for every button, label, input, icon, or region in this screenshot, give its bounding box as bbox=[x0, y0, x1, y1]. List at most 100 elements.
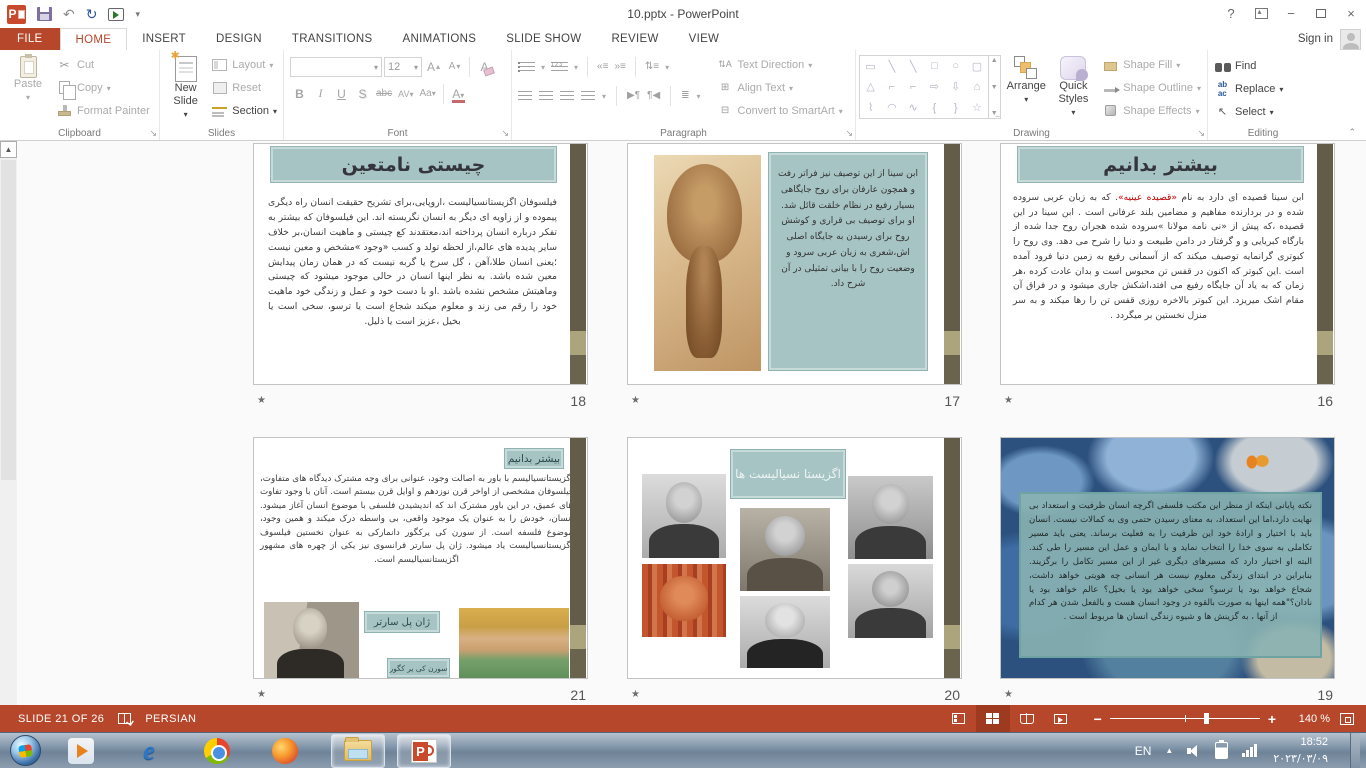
tab-design[interactable]: DESIGN bbox=[201, 28, 277, 50]
justify-caret-icon[interactable] bbox=[602, 90, 606, 102]
powerpoint-logo-icon[interactable]: P bbox=[7, 5, 26, 24]
replace-button[interactable]: abacReplace bbox=[1211, 77, 1315, 100]
battery-icon[interactable] bbox=[1215, 742, 1228, 759]
save-icon[interactable] bbox=[37, 7, 52, 21]
tab-slide-show[interactable]: SLIDE SHOW bbox=[491, 28, 596, 50]
shapes-more-icon[interactable]: ▼̲ bbox=[991, 110, 998, 117]
slide-show-button[interactable] bbox=[1044, 705, 1078, 732]
arrange-button[interactable]: Arrange bbox=[1001, 53, 1052, 122]
columns-icon[interactable]: ≣ bbox=[681, 90, 689, 101]
close-button[interactable]: × bbox=[1336, 0, 1366, 26]
animation-star-icon[interactable] bbox=[257, 395, 266, 406]
new-slide-button[interactable]: New Slide bbox=[163, 53, 208, 125]
shapes-gallery[interactable]: ▭╲╲□○▢ △⌐⌐⇨⇩⌂ ⌇◠∿{}☆ bbox=[859, 55, 989, 119]
help-button[interactable]: ? bbox=[1216, 0, 1246, 26]
animation-star-icon[interactable] bbox=[631, 689, 640, 700]
repeat-icon[interactable]: ↻ bbox=[86, 7, 98, 21]
zoom-slider-thumb[interactable] bbox=[1204, 713, 1209, 724]
animation-star-icon[interactable] bbox=[631, 395, 640, 406]
grow-font-button[interactable]: A▴ bbox=[424, 57, 443, 77]
zoom-out-button[interactable]: − bbox=[1094, 711, 1102, 727]
layout-button[interactable]: Layout bbox=[208, 53, 280, 76]
start-from-beginning-icon[interactable] bbox=[108, 8, 124, 21]
numbering-caret-icon[interactable] bbox=[574, 61, 578, 73]
bullets-icon[interactable] bbox=[518, 61, 535, 72]
tab-review[interactable]: REVIEW bbox=[596, 28, 673, 50]
collapse-ribbon-icon[interactable]: ⌃ bbox=[1348, 127, 1356, 138]
select-button[interactable]: ↖Select bbox=[1211, 100, 1315, 123]
network-signal-icon[interactable] bbox=[1242, 744, 1259, 757]
volume-icon[interactable] bbox=[1187, 745, 1201, 757]
show-desktop-button[interactable] bbox=[1350, 733, 1360, 768]
shapes-scroll-up-icon[interactable]: ▲ bbox=[991, 57, 998, 64]
clock[interactable]: 18:52 ۲۰۲۳/۰۳/۰۹ bbox=[1273, 735, 1328, 766]
slide-thumbnail-20[interactable]: اگزیستا نسیالیست ها bbox=[627, 437, 962, 679]
font-color-button[interactable]: A bbox=[449, 84, 468, 104]
scrollbar-thumb[interactable] bbox=[1, 160, 16, 480]
decrease-indent-icon[interactable]: «≡ bbox=[597, 61, 608, 72]
taskbar-chrome-button[interactable] bbox=[195, 734, 239, 768]
start-button[interactable] bbox=[10, 735, 41, 766]
line-spacing-caret-icon[interactable] bbox=[665, 61, 669, 73]
rtl-direction-icon[interactable]: ¶◀ bbox=[647, 90, 660, 101]
copy-button[interactable]: Copy bbox=[53, 76, 153, 99]
text-shadow-button[interactable]: S bbox=[353, 84, 372, 104]
bullets-caret-icon[interactable] bbox=[541, 61, 545, 73]
slide-thumbnail-21[interactable]: بیشتر بدانیم اگزیستانسیالیسم با باور به … bbox=[253, 437, 588, 679]
cut-button[interactable]: ✂Cut bbox=[53, 53, 153, 76]
restore-button[interactable] bbox=[1306, 0, 1336, 26]
shape-effects-button[interactable]: Shape Effects bbox=[1099, 99, 1204, 122]
justify-icon[interactable] bbox=[581, 90, 595, 101]
slide-thumbnail-17[interactable]: ابن سینا از این توصیف نیز فراتر رفت و هم… bbox=[627, 143, 962, 385]
ltr-direction-icon[interactable]: ▶¶ bbox=[627, 90, 640, 101]
taskbar-file-explorer-button[interactable] bbox=[331, 734, 385, 768]
bold-button[interactable]: B bbox=[290, 84, 309, 104]
taskbar-media-player-button[interactable] bbox=[59, 734, 103, 768]
align-right-icon[interactable] bbox=[560, 90, 574, 101]
font-dialog-launcher-icon[interactable]: ↘ bbox=[501, 128, 509, 139]
animation-star-icon[interactable] bbox=[1004, 689, 1013, 700]
reset-button[interactable]: Reset bbox=[208, 76, 280, 99]
slide-thumbnail-19[interactable]: نکته پایانی اینکه از منظر این مکتب فلسفی… bbox=[1000, 437, 1335, 679]
align-text-button[interactable]: ⊞Align Text bbox=[714, 76, 846, 99]
section-button[interactable]: Section bbox=[208, 99, 280, 122]
hidden-icons-arrow-icon[interactable]: ▲ bbox=[1165, 746, 1173, 755]
paste-button[interactable]: Paste bbox=[3, 53, 53, 125]
character-spacing-button[interactable]: AV bbox=[396, 84, 415, 104]
zoom-in-button[interactable]: + bbox=[1268, 711, 1276, 727]
normal-view-button[interactable] bbox=[942, 705, 976, 732]
font-name-combo[interactable] bbox=[290, 57, 382, 77]
zoom-slider[interactable] bbox=[1110, 712, 1260, 725]
slide-thumbnail-16[interactable]: بیشتر بدانیم ابن سینا قصیده ای دارد به ن… bbox=[1000, 143, 1335, 385]
language-indicator[interactable]: PERSIAN bbox=[145, 713, 196, 725]
fit-to-window-icon[interactable] bbox=[1340, 713, 1354, 725]
italic-button[interactable]: I bbox=[311, 84, 330, 104]
format-painter-button[interactable]: Format Painter bbox=[53, 99, 153, 122]
text-direction-button[interactable]: ⇅AText Direction bbox=[714, 53, 846, 76]
zoom-level[interactable]: 140 % bbox=[1286, 713, 1330, 725]
tab-home[interactable]: HOME bbox=[60, 28, 128, 50]
customize-qat-caret-icon[interactable]: ▾ bbox=[135, 9, 140, 20]
shape-outline-button[interactable]: Shape Outline bbox=[1099, 76, 1204, 99]
tab-view[interactable]: VIEW bbox=[674, 28, 735, 50]
underline-button[interactable]: U bbox=[332, 84, 351, 104]
font-size-combo[interactable]: 12 bbox=[384, 57, 422, 77]
align-center-icon[interactable] bbox=[539, 90, 553, 101]
tab-transitions[interactable]: TRANSITIONS bbox=[277, 28, 388, 50]
undo-icon[interactable]: ↶ bbox=[63, 7, 75, 21]
animation-star-icon[interactable] bbox=[257, 689, 266, 700]
tab-file[interactable]: FILE bbox=[0, 28, 60, 50]
taskbar-powerpoint-button[interactable] bbox=[397, 734, 451, 768]
taskbar-firefox-button[interactable] bbox=[263, 734, 307, 768]
ribbon-display-options-button[interactable] bbox=[1246, 0, 1276, 26]
shapes-scroll-down-icon[interactable]: ▼ bbox=[991, 84, 998, 91]
minimize-button[interactable]: − bbox=[1276, 0, 1306, 26]
shrink-font-button[interactable]: A▾ bbox=[445, 57, 464, 77]
paragraph-dialog-launcher-icon[interactable]: ↘ bbox=[845, 128, 853, 139]
sign-in[interactable]: Sign in bbox=[1298, 28, 1366, 50]
change-case-button[interactable]: Aa bbox=[417, 84, 437, 104]
slide-sorter-view-button[interactable] bbox=[976, 705, 1010, 732]
line-spacing-icon[interactable]: ⇅≡ bbox=[645, 61, 659, 72]
convert-smartart-button[interactable]: ⊟Convert to SmartArt bbox=[714, 99, 846, 122]
scroll-up-button[interactable]: ▲ bbox=[0, 141, 17, 158]
